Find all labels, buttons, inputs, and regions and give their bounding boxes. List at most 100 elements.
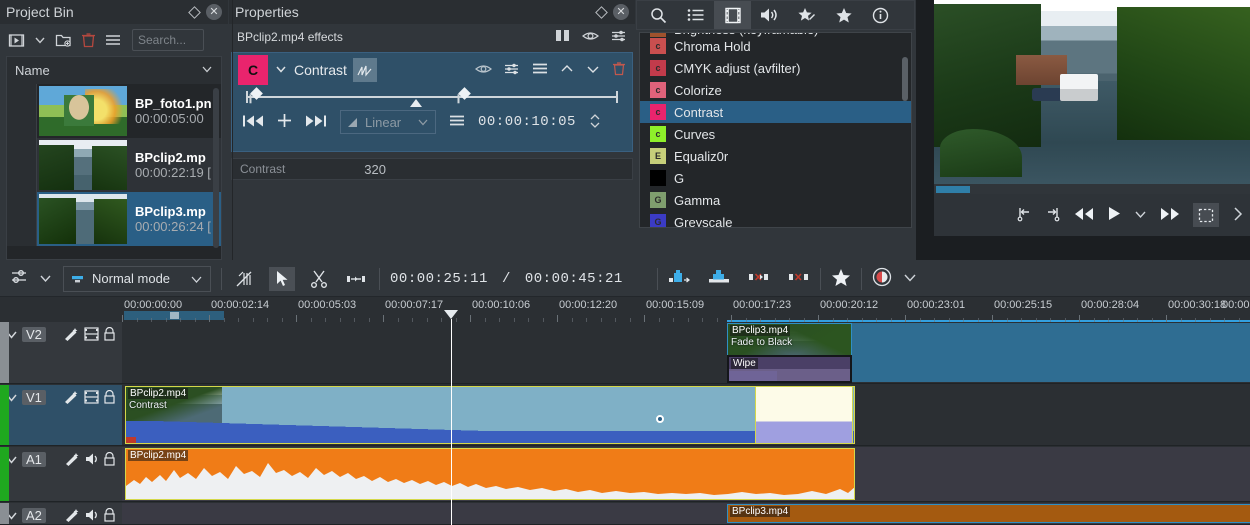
chevron-down-icon[interactable]: [201, 63, 213, 78]
effects-indicator-icon[interactable]: [63, 327, 80, 344]
track-name[interactable]: A2: [22, 508, 46, 523]
keyframe-playhead[interactable]: [410, 99, 422, 107]
chevron-down-icon[interactable]: [274, 62, 288, 79]
timeline-clip-extend-v2[interactable]: [852, 323, 1250, 382]
razor-tool-icon[interactable]: [306, 267, 332, 291]
mute-audio-icon[interactable]: [85, 452, 99, 469]
effect-item-contrast[interactable]: C Contrast: [232, 53, 632, 87]
custom-effects-icon[interactable]: [788, 1, 825, 29]
timeline-position[interactable]: 00:00:25:11: [390, 271, 488, 287]
effect-list-item[interactable]: G Gamma: [640, 189, 911, 211]
timeline-settings-icon[interactable]: [10, 268, 28, 289]
timeline-clip-bpclip2-v1[interactable]: BPclip2.mp4 Contrast: [125, 386, 855, 444]
record-icon[interactable]: [872, 267, 892, 290]
bin-list-item[interactable]: BPclip2.mp 00:00:22:19 [: [7, 138, 221, 192]
bin-list-item[interactable]: BP_foto1.pn 00:00:05:00: [7, 84, 221, 138]
hide-video-icon[interactable]: [84, 327, 99, 344]
effect-list-item[interactable]: G Greyscale: [640, 211, 911, 227]
track-header-a2[interactable]: A2: [0, 503, 122, 524]
set-zone-in-icon[interactable]: [1016, 206, 1032, 225]
video-effects-icon[interactable]: [714, 1, 751, 29]
bin-list-item[interactable]: BPclip3.mp 00:00:26:24 [: [7, 192, 221, 246]
eye-icon[interactable]: [582, 30, 599, 45]
audio-effects-icon[interactable]: [751, 1, 788, 29]
keyframe-timeline[interactable]: [242, 87, 622, 107]
favorites-icon[interactable]: [831, 268, 851, 290]
timeline-playhead[interactable]: [451, 319, 452, 525]
track-name[interactable]: A1: [22, 452, 46, 467]
search-icon[interactable]: [640, 1, 677, 29]
add-keyframe-icon[interactable]: [277, 113, 292, 131]
mute-audio-icon[interactable]: [85, 508, 99, 525]
close-icon[interactable]: ✕: [613, 4, 629, 20]
timecode-stepper[interactable]: [589, 113, 601, 132]
info-icon[interactable]: [862, 1, 899, 29]
track-header-v1[interactable]: V1: [0, 385, 122, 445]
list-icon[interactable]: [677, 1, 714, 29]
next-icon[interactable]: [1232, 206, 1244, 225]
keyframe-graph-icon[interactable]: [352, 58, 377, 82]
remove-space-icon[interactable]: [748, 270, 770, 287]
close-icon[interactable]: ✕: [206, 4, 222, 20]
lock-icon[interactable]: [103, 326, 116, 344]
effect-list-item[interactable]: c Colorize: [640, 79, 911, 101]
effects-indicator-icon[interactable]: [63, 390, 80, 407]
lock-icon[interactable]: [103, 389, 116, 407]
search-input[interactable]: Search...: [132, 29, 204, 51]
chevron-down-icon[interactable]: [1134, 208, 1147, 222]
monitor-ruler[interactable]: [934, 184, 1250, 194]
effect-list-item[interactable]: E Equaliz0r: [640, 145, 911, 167]
track-a1-body[interactable]: BPclip2.mp4: [122, 447, 1250, 501]
track-name[interactable]: V1: [22, 390, 46, 405]
settings-sliders-icon[interactable]: [504, 62, 520, 79]
delete-icon[interactable]: [81, 32, 96, 48]
split-compare-icon[interactable]: [555, 29, 570, 45]
track-header-a1[interactable]: A1: [0, 447, 122, 501]
previous-keyframe-icon[interactable]: [242, 114, 264, 131]
eye-icon[interactable]: [475, 63, 492, 78]
mix-clip-icon[interactable]: [232, 267, 258, 291]
monitor-preview[interactable]: [934, 0, 1250, 184]
keyframe-menu-icon[interactable]: [449, 114, 465, 130]
effect-list-item[interactable]: c CMYK adjust (avfilter): [640, 57, 911, 79]
parameter-slider[interactable]: [232, 0, 233, 260]
bin-scrollbar[interactable]: [213, 88, 219, 248]
set-zone-out-icon[interactable]: [1045, 206, 1061, 225]
insert-zone-icon[interactable]: [668, 269, 690, 288]
monitor-zone[interactable]: [936, 186, 970, 193]
float-panel-icon[interactable]: [595, 5, 608, 19]
zone-select-icon[interactable]: [1193, 203, 1219, 227]
track-a2[interactable]: BPclip3.mp4 A2: [0, 503, 1250, 525]
add-clip-icon[interactable]: [8, 32, 25, 49]
chevron-down-icon[interactable]: [39, 272, 52, 286]
remove-all-space-icon[interactable]: [788, 270, 810, 287]
next-keyframe-icon[interactable]: [305, 114, 327, 131]
favorites-icon[interactable]: [825, 1, 862, 29]
effects-list[interactable]: B Brightness (keyframable) c Chroma Hold…: [639, 32, 912, 228]
forward-icon[interactable]: [1160, 207, 1180, 224]
hide-video-icon[interactable]: [84, 390, 99, 407]
edit-mode-select[interactable]: Normal mode: [63, 265, 212, 292]
timeline-clip-selection-v1[interactable]: [755, 386, 853, 444]
track-a1[interactable]: BPclip2.mp4 A1: [0, 447, 1250, 502]
overwrite-zone-icon[interactable]: [708, 269, 730, 288]
effect-list-item[interactable]: c Curves: [640, 123, 911, 145]
track-header-v2[interactable]: V2: [0, 322, 122, 383]
bin-column-header[interactable]: Name: [6, 56, 222, 84]
parameter-value[interactable]: 320: [352, 162, 394, 177]
effect-list-item[interactable]: c Chroma Hold: [640, 35, 911, 57]
bin-item-list[interactable]: BP_foto1.pn 00:00:05:00 BPclip2.mp 00:00…: [6, 84, 222, 260]
delete-icon[interactable]: [612, 61, 626, 79]
effects-scrollbar[interactable]: [902, 57, 908, 101]
track-v1[interactable]: BPclip2.mp4 Contrast V1: [0, 385, 1250, 446]
interpolation-select[interactable]: Linear: [340, 110, 436, 134]
effects-indicator-icon[interactable]: [64, 452, 81, 469]
lock-icon[interactable]: [103, 451, 116, 469]
timeline-clip-bpclip3-a2[interactable]: BPclip3.mp4: [727, 504, 1250, 523]
timeline-ruler[interactable]: 00:00:00:00 00:00:02:14 00:00:05:03 00:0…: [122, 297, 1250, 322]
chevron-down-icon[interactable]: [903, 272, 917, 286]
effect-timecode[interactable]: 00:00:10:05: [478, 114, 576, 130]
chevron-down-icon[interactable]: [34, 34, 46, 46]
track-a2-body[interactable]: BPclip3.mp4: [122, 503, 1250, 524]
track-name[interactable]: V2: [22, 327, 46, 342]
